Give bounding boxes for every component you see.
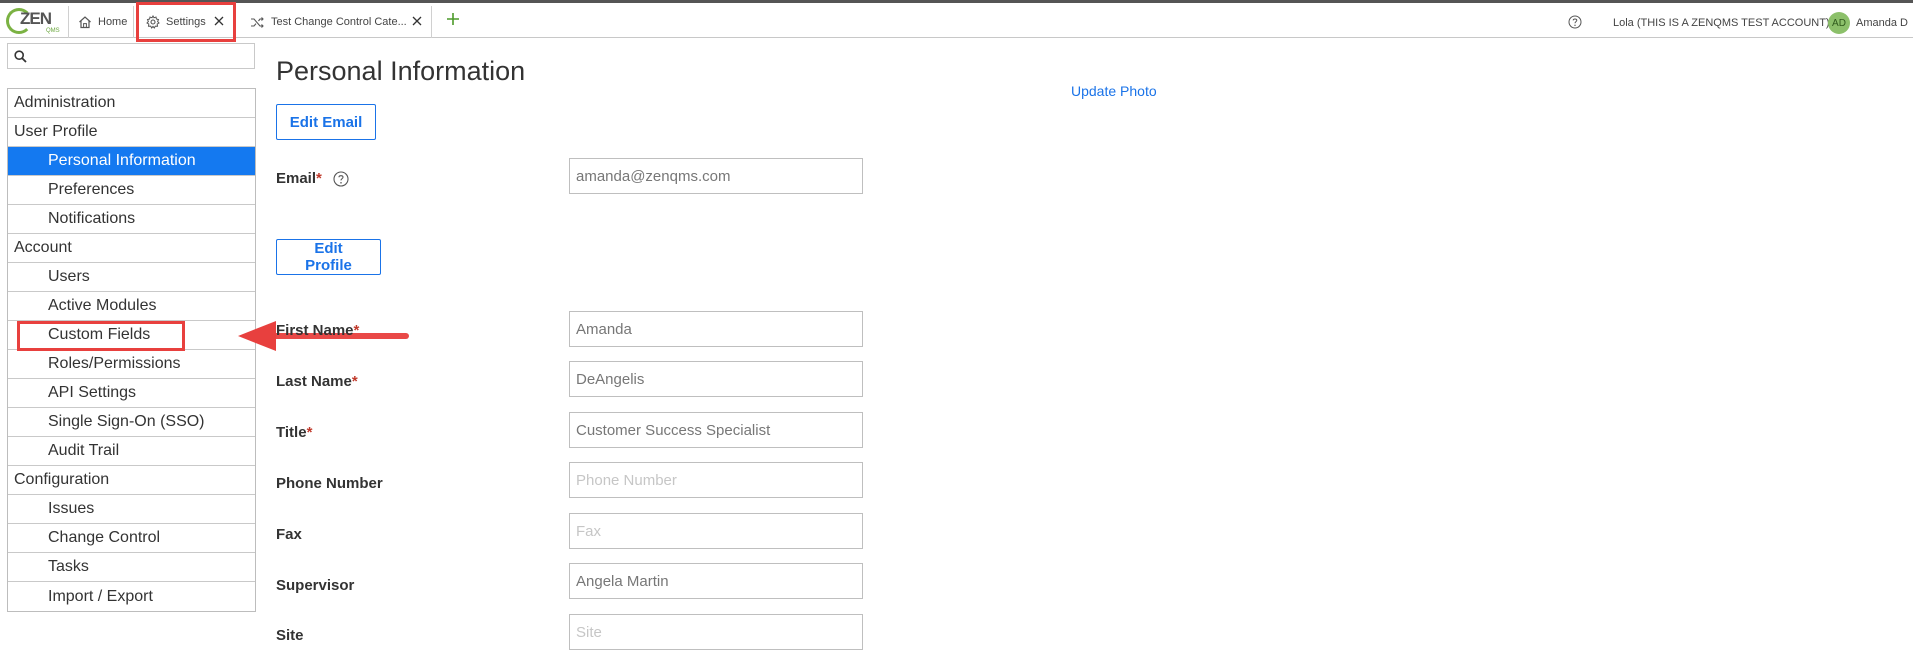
sidebar-group-configuration[interactable]: Configuration — [8, 466, 255, 495]
annotation-highlight-settings-tab — [136, 2, 236, 42]
update-photo-link[interactable]: Update Photo — [1071, 83, 1157, 99]
last-name-field[interactable] — [569, 361, 863, 397]
tab-test-change-control[interactable]: Test Change Control Cate... — [240, 6, 432, 38]
first-name-label-text: First Name — [276, 322, 354, 339]
supervisor-label: Supervisor — [276, 577, 354, 594]
sidebar-item-tasks[interactable]: Tasks — [8, 553, 255, 582]
sidebar-item-label: Notifications — [48, 210, 136, 227]
annotation-highlight-custom-fields — [17, 321, 185, 351]
avatar[interactable]: AD — [1828, 12, 1850, 34]
sidebar-item-change-control[interactable]: Change Control — [8, 524, 255, 553]
email-field[interactable] — [569, 158, 863, 194]
account-name[interactable]: Lola (THIS IS A ZENQMS TEST ACCOUNT) — [1613, 17, 1830, 29]
fax-label-text: Fax — [276, 526, 302, 543]
sidebar-item-label: Users — [48, 268, 90, 285]
sidebar-item-label: User Profile — [14, 123, 98, 140]
page-title: Personal Information — [276, 56, 526, 86]
sidebar-item-label: Roles/Permissions — [48, 355, 181, 372]
sidebar-group-administration[interactable]: Administration — [8, 89, 255, 118]
logo-brand: ZEN — [20, 9, 52, 28]
top-tab-bar: ZEN QMS Home Settings Test Change Contro… — [0, 0, 1913, 38]
site-label-text: Site — [276, 627, 304, 644]
title-label: Title* — [276, 424, 312, 441]
site-field[interactable] — [569, 614, 863, 650]
fax-label: Fax — [276, 526, 302, 543]
help-icon[interactable] — [1568, 15, 1582, 34]
user-name[interactable]: Amanda D — [1856, 17, 1908, 29]
last-name-label: Last Name* — [276, 373, 358, 390]
fax-field[interactable] — [569, 513, 863, 549]
first-name-label: First Name* — [276, 322, 359, 339]
phone-field[interactable] — [569, 462, 863, 498]
edit-email-button[interactable]: Edit Email — [276, 104, 376, 140]
sidebar-search[interactable] — [7, 43, 255, 69]
plus-icon[interactable] — [446, 12, 460, 31]
sidebar-item-label: Administration — [14, 94, 116, 111]
tab-test-change-control-label: Test Change Control Cate... — [271, 16, 407, 28]
shuffle-icon — [250, 16, 265, 29]
zenqms-logo[interactable]: ZEN QMS — [6, 7, 60, 37]
sidebar-item-label: API Settings — [48, 384, 137, 401]
tab-home[interactable]: Home — [68, 6, 134, 38]
sidebar-item-personal-information[interactable]: Personal Information — [8, 147, 255, 176]
sidebar-item-label: Account — [14, 239, 72, 256]
supervisor-field[interactable] — [569, 563, 863, 599]
site-label: Site — [276, 627, 304, 644]
phone-label-text: Phone Number — [276, 475, 383, 492]
sidebar-group-account[interactable]: Account — [8, 234, 255, 263]
sidebar-item-label: Single Sign-On (SSO) — [48, 413, 205, 430]
email-label: Email* — [276, 170, 322, 187]
home-icon — [78, 15, 92, 29]
sidebar-item-label: Personal Information — [48, 152, 196, 169]
sidebar-item-label: Active Modules — [48, 297, 157, 314]
required-marker: * — [306, 424, 313, 441]
sidebar-item-issues[interactable]: Issues — [8, 495, 255, 524]
sidebar-item-notifications[interactable]: Notifications — [8, 205, 255, 234]
sidebar-item-single-sign-on-sso[interactable]: Single Sign-On (SSO) — [8, 408, 255, 437]
sidebar-item-label: Import / Export — [48, 587, 153, 605]
required-marker: * — [316, 170, 322, 187]
sidebar-item-import-export[interactable]: Import / Export — [8, 582, 255, 611]
sidebar-item-roles-permissions[interactable]: Roles/Permissions — [8, 350, 255, 379]
sidebar-item-label: Audit Trail — [48, 442, 120, 459]
sidebar-item-label: Tasks — [48, 558, 89, 575]
sidebar-item-label: Issues — [48, 500, 95, 517]
close-icon[interactable] — [411, 15, 423, 27]
sidebar-item-label: Preferences — [48, 181, 135, 198]
help-icon[interactable] — [333, 171, 349, 192]
first-name-field[interactable] — [569, 311, 863, 347]
sidebar-item-api-settings[interactable]: API Settings — [8, 379, 255, 408]
phone-label: Phone Number — [276, 475, 383, 492]
title-label-text: Title — [276, 424, 307, 441]
sidebar-item-label: Change Control — [48, 529, 161, 546]
tab-home-label: Home — [98, 16, 128, 28]
email-label-text: Email — [276, 170, 317, 187]
sidebar-item-audit-trail[interactable]: Audit Trail — [8, 437, 255, 466]
required-marker: * — [353, 322, 360, 339]
supervisor-label-text: Supervisor — [276, 577, 355, 594]
search-input[interactable] — [32, 47, 250, 65]
last-name-label-text: Last Name — [276, 373, 352, 390]
logo-sub: QMS — [46, 28, 60, 34]
sidebar-item-active-modules[interactable]: Active Modules — [8, 292, 255, 321]
sidebar-item-preferences[interactable]: Preferences — [8, 176, 255, 205]
title-field[interactable] — [569, 412, 863, 448]
sidebar-group-user-profile[interactable]: User Profile — [8, 118, 255, 147]
required-marker: * — [351, 373, 358, 390]
sidebar-item-label: Configuration — [14, 471, 110, 488]
edit-profile-button[interactable]: Edit Profile — [276, 239, 381, 275]
sidebar-item-users[interactable]: Users — [8, 263, 255, 292]
